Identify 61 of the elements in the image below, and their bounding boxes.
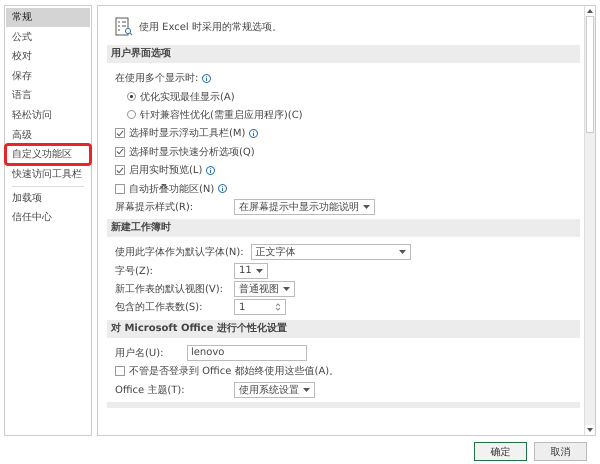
list-options-icon (115, 17, 133, 37)
dropdown[interactable]: 正文字体 (250, 244, 411, 260)
sidebar-item[interactable]: 校对 (6, 47, 90, 66)
sidebar-item[interactable]: 快速访问工具栏 (6, 164, 90, 184)
info-icon[interactable] (218, 184, 228, 194)
field-label: Office 主题(T): (115, 384, 186, 397)
caret-icon (398, 250, 406, 254)
dropdown[interactable]: 在屏幕提示中显示功能说明 (234, 198, 375, 215)
sidebar-item[interactable]: 常规 (6, 8, 90, 27)
radio-button[interactable] (127, 110, 136, 120)
checkbox[interactable] (115, 165, 125, 176)
sidebar-item[interactable]: 保存 (6, 66, 90, 86)
checkbox[interactable] (115, 184, 125, 194)
info-icon[interactable] (202, 74, 212, 83)
field-label: 新工作表的默认视图(V): (115, 282, 224, 296)
scroll-up-icon[interactable] (587, 9, 593, 13)
intro-text: 使用 Excel 时采用的常规选项。 (139, 20, 282, 34)
checkbox-label[interactable]: 选择时显示浮动工具栏(M) (129, 126, 246, 140)
caret-icon (363, 204, 370, 209)
cancel-button[interactable]: 取消 (534, 442, 587, 461)
spinner-arrows-icon[interactable] (275, 302, 281, 312)
checkbox-label[interactable]: 不管是否登录到 Office 都始终使用这些值(A)。 (129, 364, 340, 378)
field-label: 包含的工作表数(S): (115, 300, 204, 314)
info-icon[interactable] (206, 166, 216, 175)
option-label: 在使用多个显示时: (115, 72, 198, 86)
sidebar-item[interactable]: 语言 (6, 86, 90, 106)
sidebar-item[interactable]: 高级 (6, 126, 90, 145)
username-field[interactable]: lenovo (187, 344, 307, 361)
sidebar-item[interactable]: 公式 (6, 28, 90, 47)
scroll-down-icon[interactable] (587, 428, 593, 432)
caret-icon (256, 268, 263, 273)
scroll-thumb[interactable] (586, 16, 594, 133)
info-icon[interactable] (249, 128, 258, 138)
field-label: 屏幕提示样式(R): (115, 200, 194, 214)
sidebar-item[interactable]: 加载项 (6, 188, 90, 208)
dropdown[interactable]: 11 (234, 262, 268, 279)
field-label: 字号(Z): (115, 264, 154, 278)
checkbox-label[interactable]: 自动折叠功能区(N) (129, 182, 214, 196)
spin-box[interactable]: 1 (234, 299, 286, 316)
dropdown[interactable]: 普通视图 (234, 281, 295, 298)
sidebar-item[interactable]: 轻松访问 (6, 106, 90, 125)
sidebar-item[interactable]: 自定义功能区 (6, 145, 90, 164)
checkbox[interactable] (115, 366, 125, 376)
section-header: 新建工作簿时 (107, 219, 580, 238)
radio-button[interactable] (127, 92, 136, 102)
caret-icon (303, 388, 310, 392)
field-label: 用户名(U): (115, 346, 164, 360)
sidebar-item[interactable]: 信任中心 (6, 208, 90, 228)
checkbox-label[interactable]: 选择时显示快速分析选项(Q) (129, 144, 255, 159)
section-header: 用户界面选项 (107, 45, 580, 63)
dropdown[interactable]: 使用系统设置 (234, 382, 315, 398)
checkbox[interactable] (115, 128, 125, 138)
radio-label[interactable]: 针对兼容性优化(需重启应用程序)(C) (140, 108, 303, 122)
checkbox[interactable] (115, 146, 125, 157)
caret-icon (283, 287, 290, 292)
ok-button[interactable]: 确定 (474, 442, 527, 461)
scrollbar[interactable] (584, 6, 595, 435)
radio-label[interactable]: 优化实现最佳显示(A) (140, 90, 235, 104)
section-header: 对 Microsoft Office 进行个性化设置 (107, 320, 580, 338)
checkbox-label[interactable]: 启用实时预览(L) (129, 163, 202, 178)
field-label: 使用此字体作为默认字体(N): (115, 246, 244, 260)
